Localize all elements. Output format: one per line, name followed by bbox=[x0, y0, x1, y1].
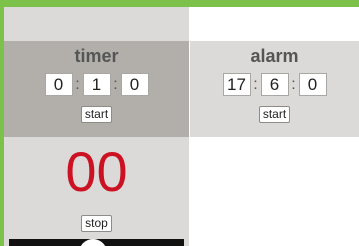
alarm-fields: 17 : 6 : 0 bbox=[190, 72, 359, 97]
timer-button-row: start bbox=[4, 106, 189, 123]
alarm-minutes-field[interactable]: 6 bbox=[260, 73, 289, 96]
alarm-start-button[interactable]: start bbox=[258, 106, 291, 123]
app-window: timer 0 : 1 : 0 start 00 stop alarm 17 :… bbox=[4, 7, 359, 246]
alarm-title: alarm bbox=[250, 46, 299, 66]
timer-hours-field[interactable]: 0 bbox=[44, 73, 73, 96]
bottom-image-strip bbox=[9, 239, 184, 246]
timer-seconds-field[interactable]: 0 bbox=[120, 73, 149, 96]
timer-panel: timer 0 : 1 : 0 start bbox=[4, 41, 189, 137]
alarm-panel: alarm 17 : 6 : 0 start bbox=[190, 41, 359, 137]
alarm-seconds-field[interactable]: 0 bbox=[298, 73, 327, 96]
alarm-separator: : bbox=[253, 75, 258, 93]
timer-fields: 0 : 1 : 0 bbox=[4, 72, 189, 97]
timer-start-button[interactable]: start bbox=[80, 106, 113, 123]
countdown-display: 00 bbox=[65, 140, 128, 203]
timer-stop-button[interactable]: stop bbox=[81, 215, 112, 232]
timer-column: timer 0 : 1 : 0 start 00 stop bbox=[4, 7, 189, 246]
alarm-button-row: start bbox=[190, 106, 359, 123]
timer-title: timer bbox=[74, 46, 119, 66]
alarm-separator: : bbox=[291, 75, 296, 93]
image-fragment bbox=[79, 239, 107, 246]
stop-button-row: stop bbox=[4, 215, 189, 232]
alarm-hours-field[interactable]: 17 bbox=[222, 73, 251, 96]
timer-separator: : bbox=[113, 75, 118, 93]
timer-minutes-field[interactable]: 1 bbox=[82, 73, 111, 96]
timer-separator: : bbox=[75, 75, 80, 93]
